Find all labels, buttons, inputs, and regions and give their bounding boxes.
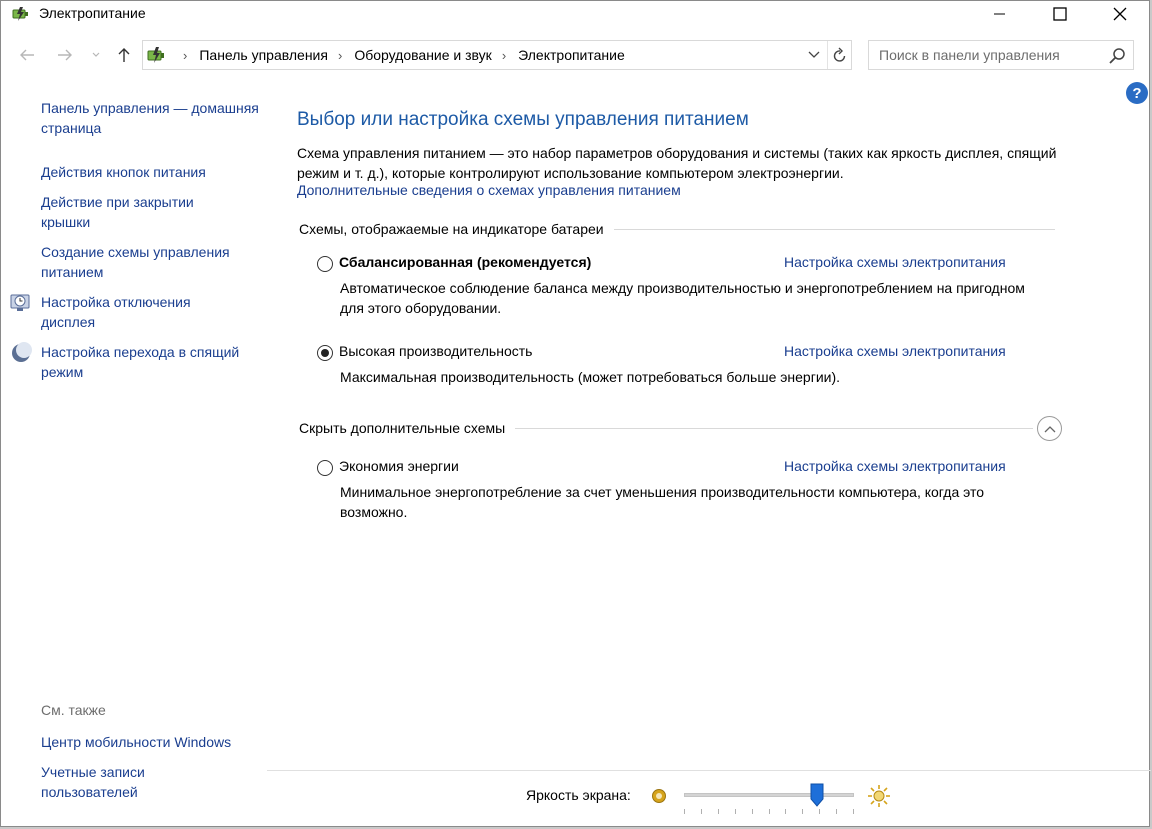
address-dropdown-button[interactable] xyxy=(803,41,825,69)
search-box[interactable] xyxy=(868,40,1134,70)
up-button[interactable] xyxy=(114,45,134,65)
chevron-down-icon xyxy=(808,51,820,58)
collapse-button[interactable] xyxy=(1037,416,1062,441)
bottom-divider xyxy=(267,770,1151,771)
sidebar-link-mobility-center[interactable]: Центр мобильности Windows xyxy=(41,732,266,752)
plan-desc-power-saver: Минимальное энергопотребление за счет ум… xyxy=(340,484,985,520)
sidebar-item-power-buttons[interactable]: Действия кнопок питания xyxy=(41,162,266,182)
plan-settings-link-power-saver[interactable]: Настройка схемы электропитания xyxy=(784,458,1006,474)
group-heading-hidden[interactable]: Скрыть дополнительные схемы xyxy=(299,420,516,436)
plan-desc-high-performance: Максимальная производительность (может п… xyxy=(340,369,841,385)
maximize-button[interactable] xyxy=(1037,1,1083,27)
help-icon[interactable]: ? xyxy=(1126,82,1148,104)
power-options-window: Электропитание › Панель управления › Обо… xyxy=(0,0,1151,827)
slider-tick xyxy=(819,809,821,814)
navigation-bar: › Панель управления › Оборудование и зву… xyxy=(1,39,1149,71)
brightness-high-icon xyxy=(868,785,890,807)
sidebar-item-home[interactable]: Панель управления — домашняя страница xyxy=(41,98,266,138)
breadcrumb-control-panel[interactable]: Панель управления xyxy=(199,47,328,63)
plan-name-power-saver[interactable]: Экономия энергии xyxy=(339,458,459,474)
minimize-icon xyxy=(994,13,1005,15)
refresh-button[interactable] xyxy=(827,41,851,69)
radio-power-saver[interactable] xyxy=(317,460,333,476)
recent-locations-button[interactable] xyxy=(89,45,103,65)
slider-tick xyxy=(700,809,702,814)
sidebar-item-sleep[interactable]: Настройка перехода в спящий режим xyxy=(41,342,241,382)
page-title: Выбор или настройка схемы управления пит… xyxy=(297,109,749,130)
back-button[interactable] xyxy=(17,45,37,65)
arrow-left-icon xyxy=(20,49,34,61)
slider-tick xyxy=(853,809,854,814)
slider-tick xyxy=(734,809,736,814)
search-icon[interactable] xyxy=(1107,46,1127,66)
brightness-low-icon xyxy=(652,789,666,803)
power-options-icon xyxy=(147,47,164,63)
slider-tick xyxy=(751,809,753,814)
slider-tick xyxy=(684,809,685,814)
slider-tick xyxy=(768,809,770,814)
group-heading-battery: Схемы, отображаемые на индикаторе батаре… xyxy=(299,221,614,237)
moon-icon xyxy=(12,342,32,362)
see-also-heading: См. также xyxy=(41,702,106,718)
chevron-up-icon xyxy=(1044,425,1055,432)
plan-name-balanced[interactable]: Сбалансированная (рекомендуется) xyxy=(339,254,591,270)
breadcrumb: › Панель управления › Оборудование и зву… xyxy=(173,47,625,63)
close-icon xyxy=(1113,7,1127,21)
more-info-link[interactable]: Дополнительные сведения о схемах управле… xyxy=(297,182,681,198)
arrow-right-icon xyxy=(58,49,72,61)
chevron-down-icon xyxy=(92,52,100,57)
page-description: Схема управления питанием — это набор па… xyxy=(297,145,1057,181)
breadcrumb-power-options[interactable]: Электропитание xyxy=(518,47,625,63)
slider-tick xyxy=(717,809,719,814)
power-options-icon xyxy=(12,7,28,21)
breadcrumb-hardware-sound[interactable]: Оборудование и звук xyxy=(354,47,492,63)
plan-settings-link-high-performance[interactable]: Настройка схемы электропитания xyxy=(784,343,1006,359)
display-clock-icon xyxy=(10,294,30,311)
chevron-right-icon[interactable]: › xyxy=(338,48,342,63)
brightness-slider-track[interactable] xyxy=(684,793,854,797)
window-title: Электропитание xyxy=(39,5,146,21)
sidebar-item-display-off[interactable]: Настройка отключения дисплея xyxy=(41,292,241,332)
chevron-right-icon: › xyxy=(183,47,188,63)
brightness-label: Яркость экрана: xyxy=(526,787,631,803)
sidebar-item-lid-close[interactable]: Действие при закрытии крышки xyxy=(41,192,231,232)
radio-high-performance[interactable] xyxy=(317,345,333,361)
maximize-icon xyxy=(1053,7,1067,21)
title-bar: Электропитание xyxy=(1,1,1149,27)
chevron-right-icon[interactable]: › xyxy=(502,48,506,63)
plan-name-high-performance[interactable]: Высокая производительность xyxy=(339,343,532,359)
brightness-ticks xyxy=(684,809,854,815)
slider-tick xyxy=(802,809,804,814)
minimize-button[interactable] xyxy=(977,1,1023,27)
refresh-icon xyxy=(833,47,845,62)
forward-button[interactable] xyxy=(55,45,75,65)
brightness-slider-thumb[interactable] xyxy=(810,783,824,807)
plan-desc-balanced: Автоматическое соблюдение баланса между … xyxy=(340,280,1025,316)
sidebar-link-user-accounts[interactable]: Учетные записи пользователей xyxy=(41,762,191,802)
address-bar[interactable]: › Панель управления › Оборудование и зву… xyxy=(142,40,852,70)
arrow-up-icon xyxy=(118,48,130,62)
slider-tick xyxy=(785,809,787,814)
radio-balanced[interactable] xyxy=(317,256,333,272)
search-input[interactable] xyxy=(869,41,1105,69)
close-button[interactable] xyxy=(1097,1,1143,27)
plan-settings-link-balanced[interactable]: Настройка схемы электропитания xyxy=(784,254,1006,270)
slider-tick xyxy=(836,809,838,814)
sidebar-item-create-plan[interactable]: Создание схемы управления питанием xyxy=(41,242,256,282)
